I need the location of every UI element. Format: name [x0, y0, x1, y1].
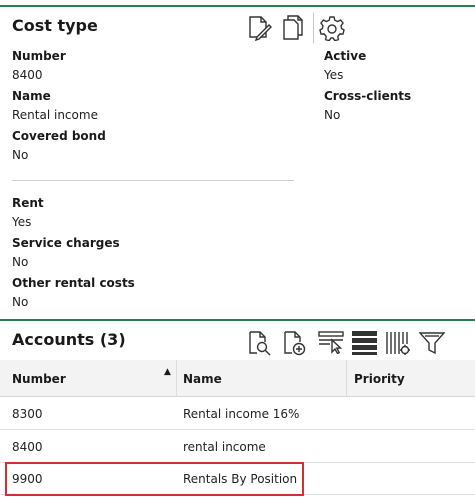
table-row[interactable]: 8300 Rental income 16% — [0, 397, 475, 430]
toolbar-separator — [313, 13, 314, 43]
row-name: Rental income 16% — [183, 407, 300, 421]
other-rental-costs-value: No — [12, 295, 29, 309]
table-row[interactable]: 8400 rental income — [0, 430, 475, 463]
accounts-title: Accounts (3) — [12, 330, 126, 349]
covered-bond-value: No — [12, 148, 29, 162]
column-header-number[interactable]: Number — [12, 372, 66, 386]
select-rows-icon[interactable] — [318, 330, 344, 354]
table-header: Number ▲ Name Priority — [0, 360, 475, 397]
edit-document-icon[interactable] — [246, 15, 272, 41]
service-charges-label: Service charges — [12, 236, 120, 250]
column-header-name[interactable]: Name — [183, 372, 222, 386]
row-name: Rentals By Position — [183, 472, 298, 486]
service-charges-value: No — [12, 255, 29, 269]
row-number: 8300 — [12, 407, 43, 421]
covered-bond-label: Covered bond — [12, 129, 106, 143]
row-number: 8400 — [12, 440, 43, 454]
other-rental-costs-label: Other rental costs — [12, 276, 135, 290]
filter-icon[interactable] — [419, 331, 445, 355]
search-document-icon[interactable] — [246, 330, 272, 356]
active-value: Yes — [324, 68, 344, 82]
column-divider[interactable] — [176, 360, 177, 397]
cost-type-title: Cost type — [12, 16, 98, 35]
table-row-selected[interactable]: 9900 Rentals By Position — [0, 462, 475, 496]
cross-clients-value: No — [324, 108, 341, 122]
row-number: 9900 — [12, 472, 43, 486]
number-value: 8400 — [12, 68, 43, 82]
cross-clients-label: Cross-clients — [324, 89, 412, 103]
top-accent-line — [0, 5, 475, 7]
column-divider[interactable] — [346, 360, 347, 397]
column-header-priority[interactable]: Priority — [354, 372, 405, 386]
name-label: Name — [12, 89, 51, 103]
number-label: Number — [12, 49, 66, 63]
row-name: rental income — [183, 440, 266, 454]
rent-label: Rent — [12, 196, 44, 210]
rows-icon[interactable] — [352, 330, 378, 356]
active-label: Active — [324, 49, 367, 63]
add-document-icon[interactable] — [281, 330, 307, 356]
columns-settings-icon[interactable] — [385, 330, 411, 356]
copy-document-icon[interactable] — [281, 15, 305, 41]
section-divider — [12, 180, 294, 181]
gear-icon[interactable] — [319, 15, 345, 41]
sort-ascending-icon: ▲ — [164, 367, 171, 377]
name-value: Rental income — [12, 108, 98, 122]
accounts-accent-line — [0, 319, 475, 321]
rent-value: Yes — [12, 215, 32, 229]
